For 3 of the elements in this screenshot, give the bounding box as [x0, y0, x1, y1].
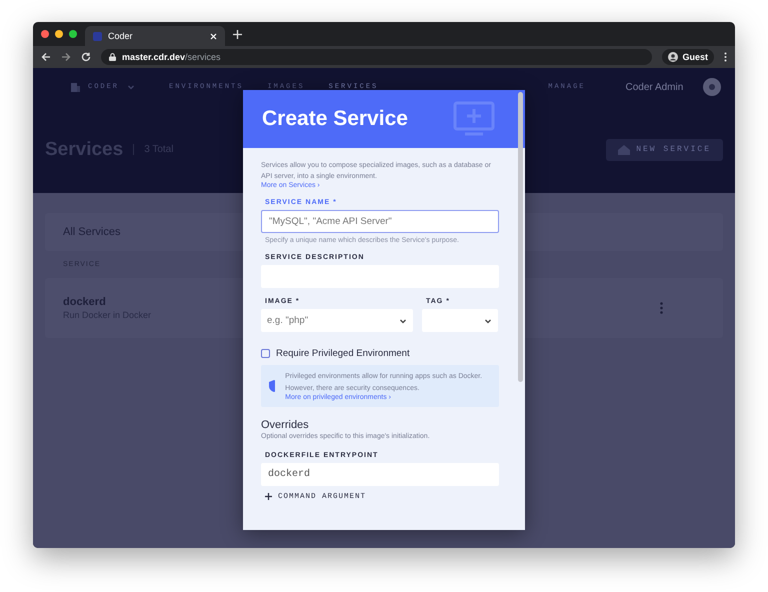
- checkbox-label: Require Privileged Environment: [276, 348, 410, 360]
- dialog-title: Create Service: [262, 107, 408, 131]
- section-heading: Overrides: [261, 418, 310, 431]
